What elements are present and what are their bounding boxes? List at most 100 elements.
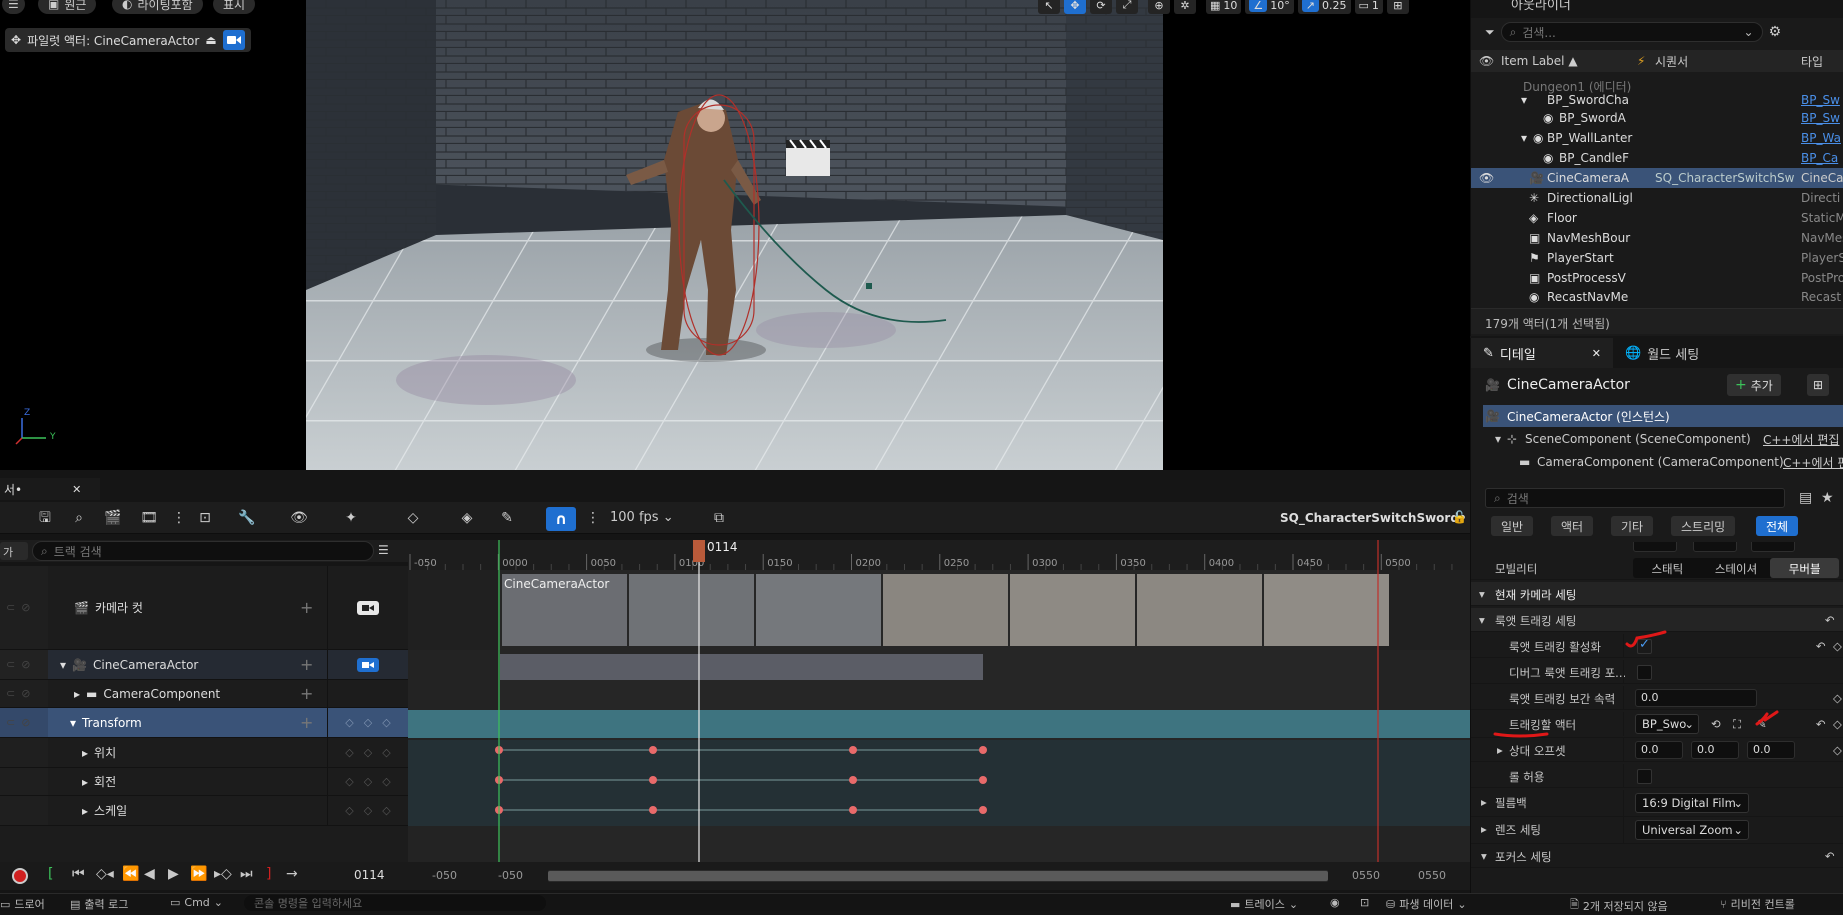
expand-arrow-icon[interactable]: ▸ (1481, 795, 1487, 809)
keyframe[interactable] (849, 806, 857, 814)
outliner-search-input[interactable]: ⌕ 검색... ⌄ (1500, 22, 1763, 42)
interp-speed-input[interactable]: 0.0 (1635, 689, 1757, 707)
camera-speed-button[interactable]: ▭ 1 (1354, 0, 1383, 14)
cmd-dropdown[interactable]: ▭ Cmd ⌄ (170, 896, 223, 909)
timeline-scrollbar[interactable] (548, 870, 1328, 882)
expand-arrow-icon[interactable]: ▸ (82, 804, 88, 818)
component-row[interactable]: ▬ CameraComponent (CameraComponent) C++에… (1471, 451, 1843, 473)
track-search-input[interactable]: ⌕ 트랙 검색 (32, 541, 374, 561)
level-viewport[interactable]: ☰ ▣ 원근 ◐ 라이팅포함 표시 ✥ 파일럿 액터: CineCameraActo… (0, 0, 1470, 470)
viewport-menu-button[interactable]: ☰ (2, 0, 25, 14)
select-in-level-icon[interactable]: ⛶ (1733, 717, 1741, 732)
clapper-icon[interactable]: 🎞 (140, 510, 158, 526)
edit-in-cpp-link[interactable]: C++에서 편 (1783, 454, 1843, 471)
column-sequencer[interactable]: 시퀀서 (1655, 53, 1688, 70)
expand-arrow-icon[interactable]: ▾ (1481, 849, 1487, 863)
revision-control-button[interactable]: ⑂ 리비전 컨트롤 (1720, 896, 1795, 912)
output-log-button[interactable]: ▤ 출력 로그 (70, 896, 128, 912)
console-input[interactable]: 콘솔 명령을 입력하세요 (244, 895, 546, 911)
translate-mode-icon[interactable]: ✥ (1064, 0, 1086, 14)
surface-snap-icon[interactable]: ✲ (1174, 0, 1196, 14)
add-component-button[interactable]: + 추가 (1727, 374, 1781, 396)
reset-icon[interactable]: ↶ (1816, 639, 1826, 653)
play-icon[interactable]: ▶ (168, 866, 179, 882)
keyframe[interactable] (649, 746, 657, 754)
eyedropper-icon[interactable]: ✎ (1757, 717, 1767, 731)
mobility-movable[interactable]: 무버블 (1770, 558, 1840, 578)
render-movie-icon[interactable]: 🎬 (104, 510, 122, 526)
track-cinecamera-actor[interactable]: ⊂ ⊘ ▾ 🎥 CineCameraActor + (0, 650, 408, 680)
tab-world-settings[interactable]: 🌐 월드 세팅 (1613, 338, 1711, 368)
expand-arrow-icon[interactable]: ▸ (82, 775, 88, 789)
next-frame-icon[interactable]: ⏩ (190, 866, 207, 882)
add-track-button[interactable]: 가 (0, 542, 28, 560)
lock-icon[interactable]: ⊂ (6, 601, 15, 614)
details-search-input[interactable]: ⌕ 검색 (1485, 488, 1785, 508)
outliner-row[interactable]: ◉ BP_SwordA BP_Sw (1471, 108, 1843, 128)
working-range-end[interactable]: 0550 (1352, 869, 1380, 882)
lock-icon[interactable]: 🔓 (1452, 510, 1467, 524)
jump-end-icon[interactable]: ⏭ (240, 866, 253, 882)
actor-to-track-dropdown[interactable]: BP_Swo ⌄ (1635, 714, 1699, 734)
next-key-icon[interactable]: ▸◇ (214, 866, 232, 882)
scale-mode-icon[interactable]: ⤢ (1116, 0, 1138, 14)
category-lookat-tracking[interactable]: ▾ 룩앳 트래킹 세팅 ↶ (1471, 608, 1843, 632)
track-channel-location[interactable]: ▸ 위치 ◇ ◇ ◇ (0, 738, 408, 768)
expand-arrow-icon[interactable]: ▸ (1481, 822, 1487, 836)
add-key-icon[interactable]: + (300, 708, 313, 737)
add-key-icon[interactable]: + (300, 650, 313, 679)
browse-icon[interactable]: ⟲ (1711, 717, 1721, 731)
offset-y-input[interactable]: 0.0 (1691, 741, 1739, 759)
close-icon[interactable]: ✕ (72, 483, 81, 496)
keyframe[interactable] (649, 806, 657, 814)
world-space-icon[interactable]: ⊕ (1148, 0, 1170, 14)
allow-roll-checkbox[interactable] (1637, 769, 1652, 784)
eye-icon[interactable]: 👁 (290, 510, 308, 526)
prev-frame-icon[interactable]: ⏪ (122, 866, 139, 882)
filter-misc[interactable]: 기타 (1611, 516, 1654, 536)
play-reverse-icon[interactable]: ◀ (144, 866, 155, 882)
scale-snap-button[interactable]: ↗ 0.25 (1297, 0, 1351, 14)
track-transform[interactable]: ⊂ ⊘ ▾ Transform + ◇ ◇ ◇ (0, 708, 408, 738)
maximize-viewport-icon[interactable]: ⊞ (1386, 0, 1409, 14)
select-mode-icon[interactable]: ↖ (1038, 0, 1060, 14)
component-row[interactable]: ▾ ⊹ SceneComponent (SceneComponent) C++에… (1471, 428, 1843, 450)
mobility-static[interactable]: 스태틱 (1633, 558, 1702, 578)
add-key-icon[interactable]: + (300, 680, 313, 707)
enable-lookat-checkbox[interactable]: ✓ (1637, 637, 1652, 654)
offset-x-input[interactable]: 0.0 (1635, 741, 1683, 759)
keyframe-icon[interactable]: ◇ (1833, 743, 1842, 757)
more-icon[interactable]: ⋮ (584, 510, 602, 526)
rotation-snap-button[interactable]: ∠ 10° (1245, 0, 1294, 14)
grid-snap-button[interactable]: ▦ 10 (1206, 0, 1242, 14)
show-menu-button[interactable]: 표시 (213, 0, 256, 14)
keyframe-icon[interactable]: ◇ (1833, 691, 1842, 705)
edit-mode-icon[interactable]: ✎ (498, 510, 516, 526)
column-item-label[interactable]: Item Label ▲ (1501, 54, 1578, 68)
column-type[interactable]: 타입 (1801, 53, 1823, 70)
set-end-icon[interactable]: ] (266, 866, 271, 882)
add-key-diamond-icon[interactable]: ◇ (364, 716, 372, 729)
visibility-column-icon[interactable]: 👁 (1479, 54, 1494, 68)
offset-z-input[interactable]: 0.0 (1747, 741, 1795, 759)
category-current-camera[interactable]: ▾ 현재 카메라 세팅 (1471, 582, 1843, 606)
outliner-row[interactable]: ✳ DirectionalLigl Directi (1471, 188, 1843, 208)
table-view-icon[interactable]: ▤ (1799, 490, 1812, 506)
outliner-tab[interactable]: 아웃라이너 (1511, 0, 1571, 13)
track-channel-scale[interactable]: ▸ 스케일 ◇ ◇ ◇ (0, 796, 408, 826)
outliner-row[interactable]: ⚑ PlayerStart PlayerS (1471, 248, 1843, 268)
save-icon[interactable]: 🖫 (36, 510, 54, 526)
sequence-name[interactable]: SQ_CharacterSwitchSword• (1280, 511, 1467, 525)
edit-in-cpp-link[interactable]: C++에서 편집 (1763, 431, 1839, 448)
track-channel-rotation[interactable]: ▸ 회전 ◇ ◇ ◇ (0, 768, 408, 796)
component-instance-row[interactable]: 🎥 CineCameraActor (인스턴스) (1483, 405, 1843, 427)
framerate-dropdown[interactable]: 100 fps ⌄ (610, 510, 674, 525)
reset-icon[interactable]: ↶ (1816, 717, 1826, 731)
expand-arrow-icon[interactable]: ▸ (74, 687, 80, 701)
working-range-start[interactable]: -050 (498, 869, 523, 882)
rotate-mode-icon[interactable]: ⟳ (1090, 0, 1112, 14)
camera-icon[interactable] (357, 657, 379, 672)
auto-key-icon[interactable]: ◈ (458, 510, 476, 526)
outliner-row[interactable]: ▾ BP_SwordCha BP_Sw (1471, 92, 1843, 108)
outliner-row[interactable]: ◉ BP_CandleF BP_Ca (1471, 148, 1843, 168)
